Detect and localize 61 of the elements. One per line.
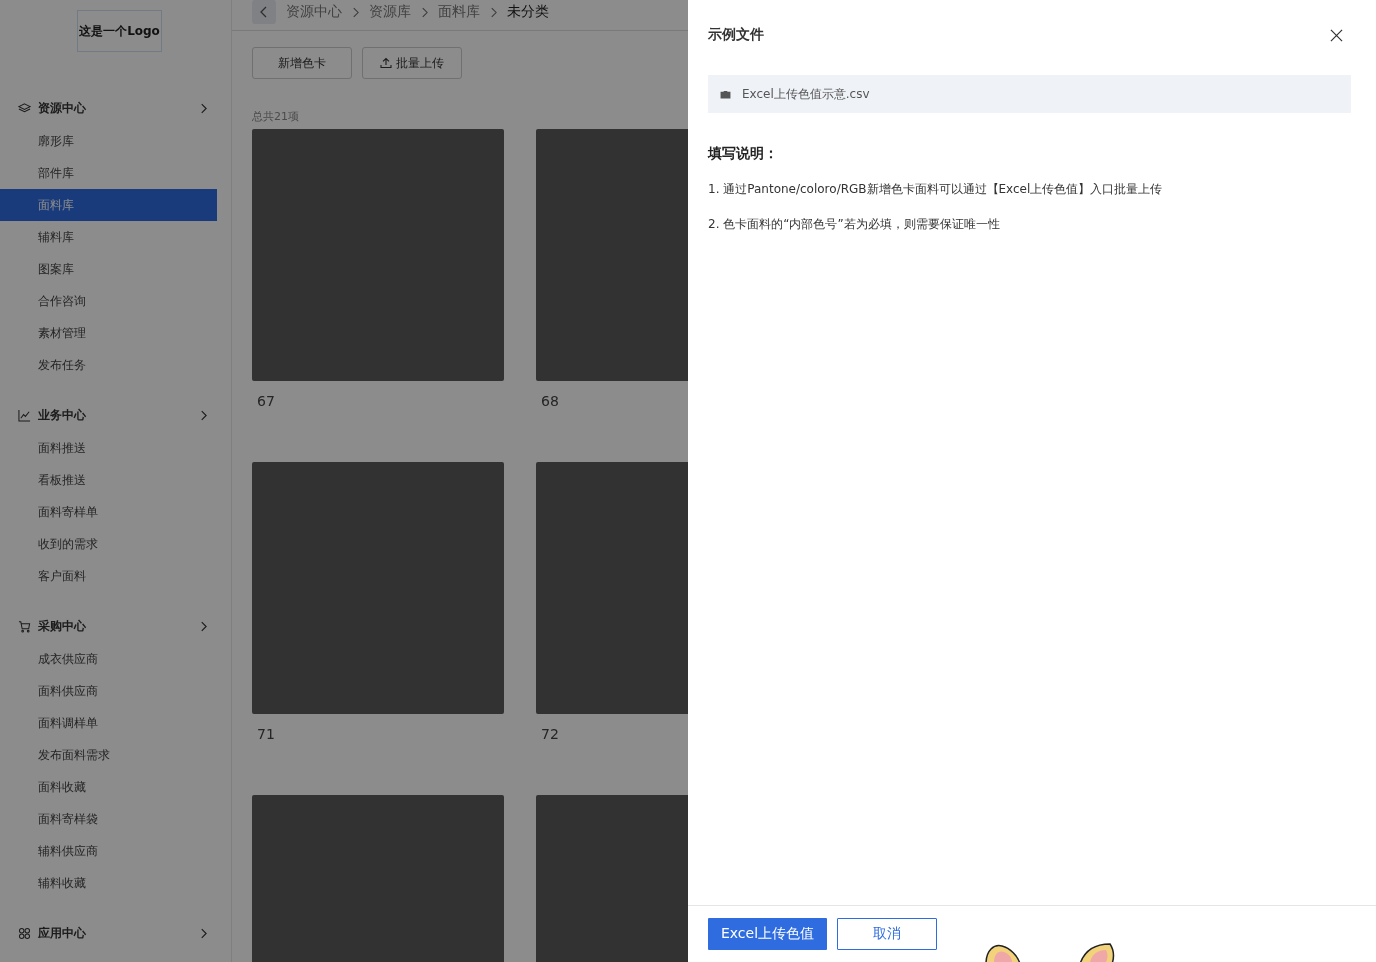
instruction-text: 2. 色卡面料的“内部色号”若为必填，则需要保证唯一性 [708, 216, 1001, 233]
instruction-text: 1. 通过Pantone/coloro/RGB新增色卡面料可以通过【Excel上传色值】入口批量上传 [708, 181, 1164, 198]
chevron-right-icon [200, 927, 207, 939]
toolbar-button[interactable]: 新增色卡 [252, 47, 352, 79]
menu-item[interactable]: 面料收藏 [0, 771, 217, 803]
card-label: 68 [540, 392, 559, 409]
breadcrumb-item[interactable]: 资源库 [369, 3, 411, 21]
menu-item[interactable]: 合作咨询 [0, 285, 217, 317]
chevron-left-icon [260, 6, 268, 18]
menu-item[interactable]: 廓形库 [0, 125, 217, 157]
menu-item[interactable]: 素材管理 [0, 317, 217, 349]
chevron-right-icon [421, 6, 428, 18]
menu-item[interactable]: 面料调样单 [0, 707, 217, 739]
menu-item[interactable]: 面料库 [0, 189, 217, 221]
card-label: 71 [256, 725, 275, 742]
color-swatch[interactable] [252, 462, 504, 714]
close-icon[interactable] [1330, 28, 1343, 42]
menu-item[interactable]: 客户面料 [0, 560, 217, 592]
card-label: 67 [256, 392, 275, 409]
chevron-right-icon [200, 102, 207, 114]
menu-item[interactable]: 部件库 [0, 157, 217, 189]
menu-item[interactable]: 成衣供应商 [0, 643, 217, 675]
menu-group-header[interactable]: 资源中心 [0, 92, 231, 124]
menu-item[interactable]: 辅料供应商 [0, 835, 217, 867]
drawer-title: 示例文件 [708, 26, 764, 44]
breadcrumb-item[interactable]: 面料库 [438, 3, 480, 21]
chevron-right-icon [200, 620, 207, 632]
chart-icon [18, 408, 31, 422]
breadcrumb-item[interactable]: 资源中心 [286, 3, 342, 21]
menu-group-header[interactable]: 采购中心 [0, 610, 231, 642]
menu-group-header[interactable]: 应用中心 [0, 917, 231, 949]
logo: 这是一个Logo [77, 10, 162, 52]
upload-button[interactable]: Excel上传色值 [708, 918, 827, 950]
cancel-button[interactable]: 取消 [837, 918, 937, 950]
menu-item[interactable]: 发布任务 [0, 349, 217, 381]
file-name[interactable]: Excel上传色值示意.csv [742, 85, 870, 103]
chevron-right-icon [200, 409, 207, 421]
menu-item[interactable]: 面料供应商 [0, 675, 217, 707]
menu-item[interactable]: 面料推送 [0, 432, 217, 464]
file-bar[interactable]: Excel上传色值示意.csv [708, 75, 1351, 113]
menu-item[interactable]: 发布面料需求 [0, 739, 217, 771]
menu-item[interactable]: 辅料库 [0, 221, 217, 253]
menu-item[interactable]: 面料寄样袋 [0, 803, 217, 835]
cart-icon [18, 619, 31, 633]
chevron-right-icon [352, 6, 359, 18]
briefcase-icon [720, 89, 731, 99]
chevron-right-icon [490, 6, 497, 18]
layers-icon [18, 101, 31, 115]
menu-item[interactable]: 看板推送 [0, 464, 217, 496]
breadcrumb-item[interactable]: 未分类 [507, 3, 549, 21]
menu-item[interactable]: 图案库 [0, 253, 217, 285]
toolbar-button[interactable]: 批量上传 [362, 47, 462, 79]
menu-item[interactable]: 辅料收藏 [0, 867, 217, 899]
card-label: 72 [540, 725, 559, 742]
instructions-heading: 填写说明： [708, 145, 779, 163]
upload-icon [380, 57, 392, 69]
menu-item[interactable]: 收到的需求 [0, 528, 217, 560]
menu-group-header[interactable]: 业务中心 [0, 399, 231, 431]
menu-item[interactable]: 面料寄样单 [0, 496, 217, 528]
color-swatch[interactable] [252, 129, 504, 381]
apps-icon [18, 926, 31, 940]
